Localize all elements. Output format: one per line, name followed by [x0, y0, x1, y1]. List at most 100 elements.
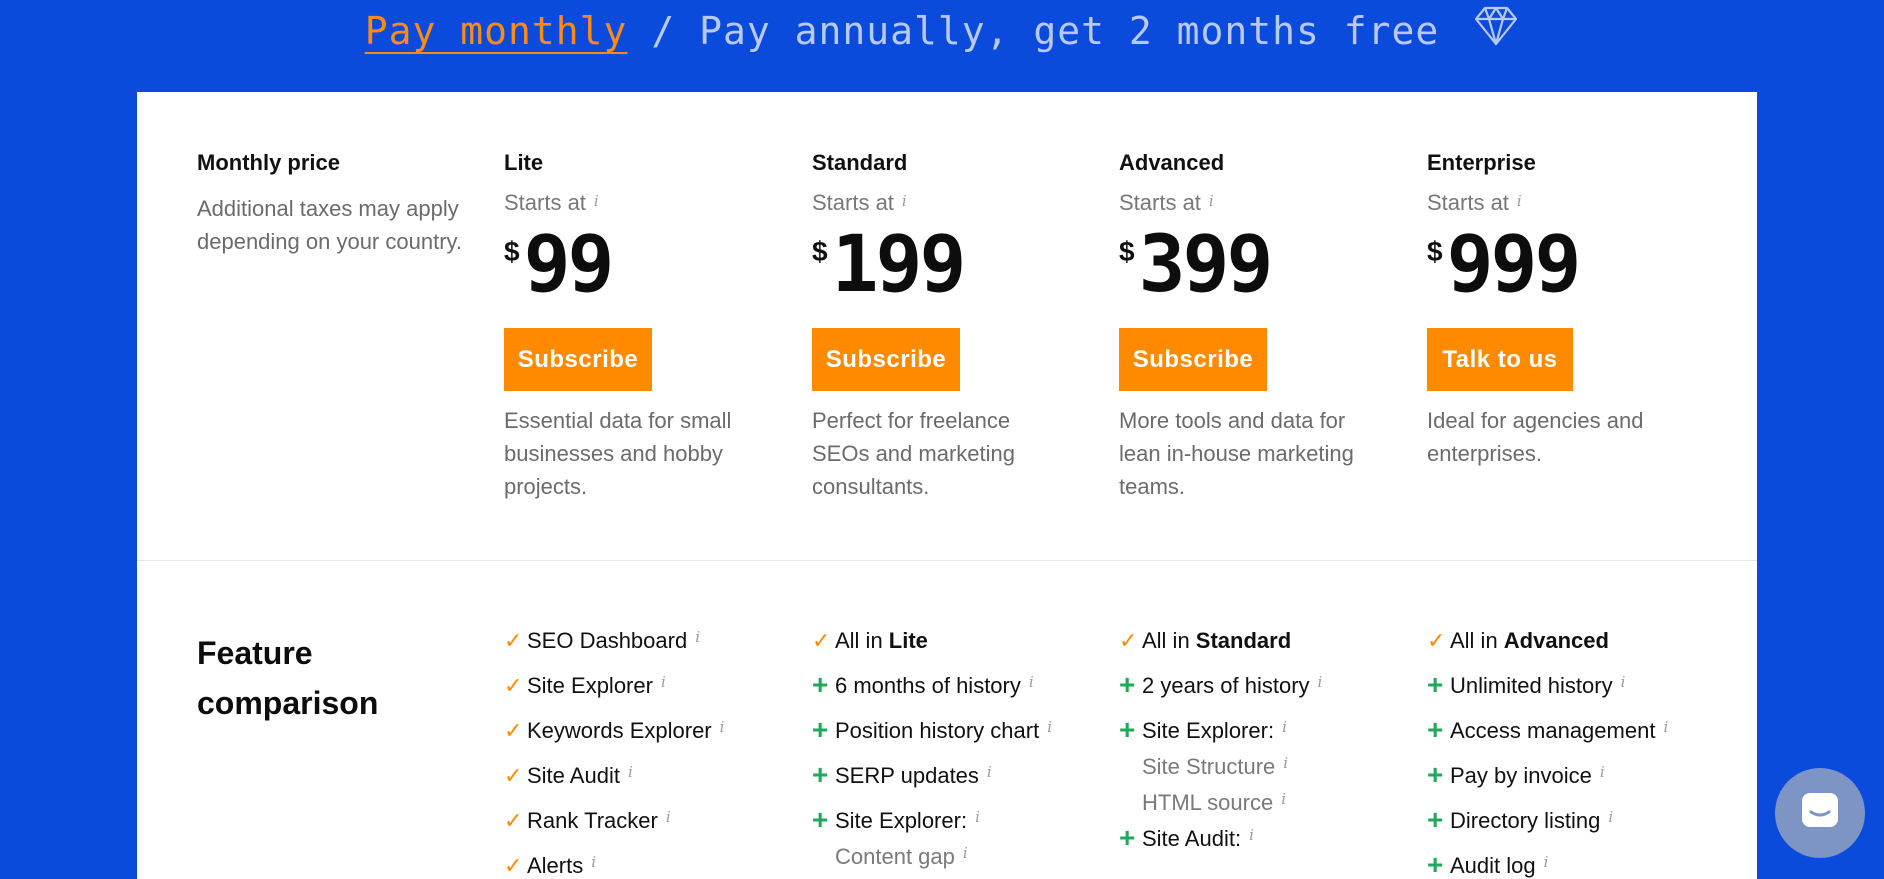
feature-item: + SERP updates i [812, 759, 1052, 808]
info-icon[interactable]: i [594, 192, 599, 210]
info-icon[interactable]: i [1600, 763, 1605, 781]
feature-label: Site Explorer: [1142, 718, 1275, 743]
pay-monthly-toggle[interactable]: Pay monthly [365, 9, 628, 53]
check-icon: ✓ [504, 853, 523, 878]
plus-icon: + [1119, 822, 1136, 853]
feature-list: ✓ SEO Dashboard i ✓ Site Explorer i ✓ Keyword… [504, 628, 724, 879]
feature-item: + Directory listing i [1427, 804, 1668, 853]
feature-item: + Position history chart i [812, 716, 1052, 763]
plus-icon: + [1119, 669, 1136, 700]
info-icon[interactable]: i [591, 853, 596, 871]
feature-label: Directory listing [1450, 808, 1601, 833]
price-amount: 399 [1138, 220, 1274, 310]
plus-icon: + [1427, 759, 1444, 790]
plus-icon: + [812, 759, 829, 790]
feature-label: Access management [1450, 718, 1656, 743]
feature-label: Rank Tracker [527, 808, 658, 833]
feature-label: Site Explorer: [835, 808, 968, 833]
feature-sub-item: Content gap i [812, 844, 1052, 879]
price-amount: 99 [523, 220, 615, 310]
feature-item: +6 months of history i [812, 671, 1052, 718]
price-amount: 199 [831, 220, 967, 310]
pay-annually-toggle[interactable]: Pay annually, get 2 months free [699, 9, 1439, 53]
plus-icon: + [1119, 714, 1136, 745]
feature-label: Position history chart [835, 718, 1040, 743]
info-icon[interactable]: i [1209, 192, 1214, 210]
info-icon[interactable]: i [1517, 192, 1522, 210]
feature-item: ✓ Site Explorer i [504, 673, 724, 718]
info-icon[interactable]: i [1029, 673, 1034, 691]
diamond-icon [1473, 2, 1519, 57]
chat-launcher-button[interactable] [1775, 768, 1865, 858]
info-icon[interactable]: i [1608, 808, 1613, 826]
feature-item: + Audit log i [1427, 849, 1668, 879]
plus-icon: + [1427, 804, 1444, 835]
plan-price: $999 [1427, 220, 1581, 310]
plus-icon: + [1427, 849, 1444, 879]
starts-at-label: Starts at [1119, 190, 1201, 215]
info-icon[interactable]: i [1047, 718, 1052, 736]
chat-icon [1800, 791, 1840, 836]
info-icon[interactable]: i [720, 718, 725, 736]
feature-item: ✓ SEO Dashboard i [504, 628, 724, 673]
plan-name: Advanced [1119, 150, 1225, 175]
feature-item: +2 years of history i [1119, 669, 1323, 718]
plan-name: Enterprise [1427, 150, 1536, 175]
info-icon[interactable]: i [1283, 754, 1288, 772]
feature-label: Site Explorer [527, 673, 653, 698]
plan-description: More tools and data for lean in-house ma… [1119, 408, 1354, 499]
starts-at: Starts at i [1119, 190, 1214, 216]
subscribe-standard-button[interactable]: Subscribe [812, 328, 960, 391]
check-icon: ✓ [1427, 628, 1446, 653]
monthly-price-heading: Monthly price [197, 150, 341, 175]
currency-symbol: $ [1427, 236, 1443, 267]
info-icon[interactable]: i [1249, 826, 1254, 844]
info-icon[interactable]: i [695, 628, 700, 646]
plan-name: Standard [812, 150, 908, 175]
check-icon: ✓ [504, 673, 523, 698]
feature-label: Audit log [1450, 853, 1536, 878]
check-icon: ✓ [504, 763, 523, 788]
info-icon[interactable]: i [666, 808, 671, 826]
talk-to-us-button[interactable]: Talk to us [1427, 328, 1573, 391]
taxes-note: Additional taxes may apply depending on … [197, 196, 462, 254]
feature-item: ✓ Rank Tracker i [504, 808, 724, 853]
currency-symbol: $ [504, 236, 520, 267]
all-in-plan: Advanced [1503, 628, 1609, 653]
section-divider [137, 560, 1757, 561]
plan-price: $199 [812, 220, 967, 310]
info-icon[interactable]: i [975, 808, 980, 826]
plan-price: $99 [504, 220, 615, 310]
info-icon[interactable]: i [1281, 790, 1286, 808]
plan-description: Essential data for small businesses and … [504, 408, 732, 499]
info-icon[interactable]: i [1663, 718, 1668, 736]
info-icon[interactable]: i [661, 673, 666, 691]
starts-at: Starts at i [504, 190, 599, 216]
feature-comparison-heading: Feature comparison [197, 635, 379, 721]
feature-label: Content gap [835, 844, 955, 869]
feature-item: + Site Audit: i [1119, 822, 1322, 871]
starts-at-label: Starts at [504, 190, 586, 215]
all-in-prefix: All in [835, 628, 889, 653]
plan-price: $399 [1119, 220, 1274, 310]
info-icon[interactable]: i [1621, 673, 1626, 691]
billing-separator: / [627, 9, 700, 53]
info-icon[interactable]: i [963, 844, 968, 862]
currency-symbol: $ [812, 236, 828, 267]
info-icon[interactable]: i [628, 763, 633, 781]
info-icon[interactable]: i [1544, 853, 1549, 871]
starts-at: Starts at i [1427, 190, 1522, 216]
starts-at: Starts at i [812, 190, 907, 216]
all-in-plan: Standard [1195, 628, 1292, 653]
feature-label: SERP updates [835, 763, 979, 788]
feature-item: ✓ Keywords Explorer i [504, 718, 724, 763]
subscribe-advanced-button[interactable]: Subscribe [1119, 328, 1267, 391]
info-icon[interactable]: i [1282, 718, 1287, 736]
check-icon: ✓ [1119, 628, 1138, 653]
info-icon[interactable]: i [987, 763, 992, 781]
check-icon: ✓ [812, 628, 831, 653]
info-icon[interactable]: i [902, 192, 907, 210]
info-icon[interactable]: i [1318, 673, 1323, 691]
feature-label: Unlimited history [1450, 673, 1613, 698]
subscribe-lite-button[interactable]: Subscribe [504, 328, 652, 391]
